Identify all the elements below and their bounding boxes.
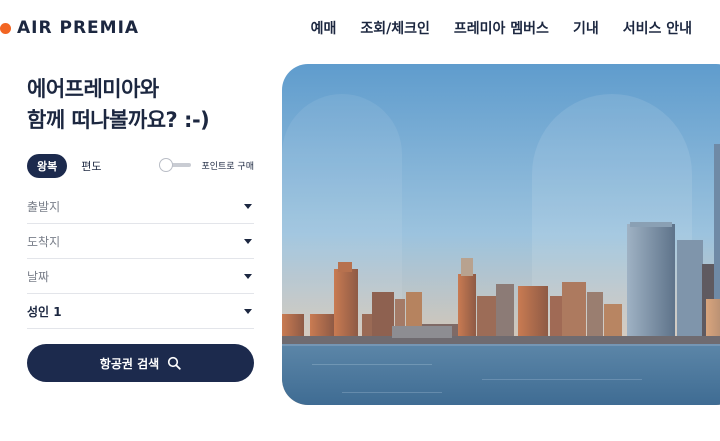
- oneway-tab[interactable]: 편도: [81, 158, 101, 174]
- arrival-field[interactable]: 도착지: [27, 224, 254, 259]
- search-flights-button[interactable]: 항공권 검색: [27, 344, 254, 382]
- chevron-down-icon: [244, 309, 252, 314]
- page-title: 에어프레미아와 함께 떠나볼까요? :-): [27, 74, 254, 136]
- main-nav: 예매 조회/체크인 프레미아 멤버스 기내 서비스 안내: [311, 18, 692, 38]
- points-toggle-group: 포인트로 구매: [159, 158, 254, 172]
- passenger-label: 성인 1: [27, 304, 62, 319]
- passenger-field[interactable]: 성인 1: [27, 294, 254, 329]
- logo-text: AIR PREMIA: [17, 18, 140, 38]
- chevron-down-icon: [244, 239, 252, 244]
- departure-label: 출발지: [27, 199, 61, 214]
- nav-item-checkin[interactable]: 조회/체크인: [360, 18, 430, 38]
- nav-item-inflight[interactable]: 기내: [573, 18, 599, 38]
- date-field[interactable]: 날짜: [27, 259, 254, 294]
- date-label: 날짜: [27, 269, 50, 284]
- booking-panel: 에어프레미아와 함께 떠나볼까요? :-) 왕복 편도 포인트로 구매 출발지 …: [27, 74, 254, 382]
- points-toggle[interactable]: [159, 158, 193, 172]
- headline-line-1: 에어프레미아와: [27, 77, 159, 101]
- nav-item-services[interactable]: 서비스 안내: [623, 18, 692, 38]
- booking-fields: 출발지 도착지 날짜 성인 1: [27, 189, 254, 329]
- search-icon: [168, 356, 181, 370]
- roundtrip-tab[interactable]: 왕복: [27, 154, 68, 178]
- points-toggle-label: 포인트로 구매: [201, 161, 254, 172]
- logo[interactable]: AIR PREMIA: [0, 18, 139, 38]
- chevron-down-icon: [244, 274, 252, 279]
- search-button-label: 항공권 검색: [99, 356, 160, 371]
- toggle-knob: [159, 158, 174, 172]
- logo-mark-icon: [0, 22, 11, 34]
- arrival-label: 도착지: [27, 234, 61, 249]
- hero-image: [282, 64, 720, 405]
- trip-type-selector: 왕복 편도 포인트로 구매: [27, 154, 254, 178]
- nav-item-members[interactable]: 프레미아 멤버스: [454, 18, 549, 38]
- nav-item-booking[interactable]: 예매: [311, 18, 337, 38]
- chevron-down-icon: [244, 204, 252, 209]
- header: AIR PREMIA 예매 조회/체크인 프레미아 멤버스 기내 서비스 안내: [0, 0, 720, 58]
- departure-field[interactable]: 출발지: [27, 189, 254, 224]
- city-skyline-image: [282, 64, 720, 405]
- headline-line-2: 함께 떠나볼까요? :-): [27, 108, 210, 132]
